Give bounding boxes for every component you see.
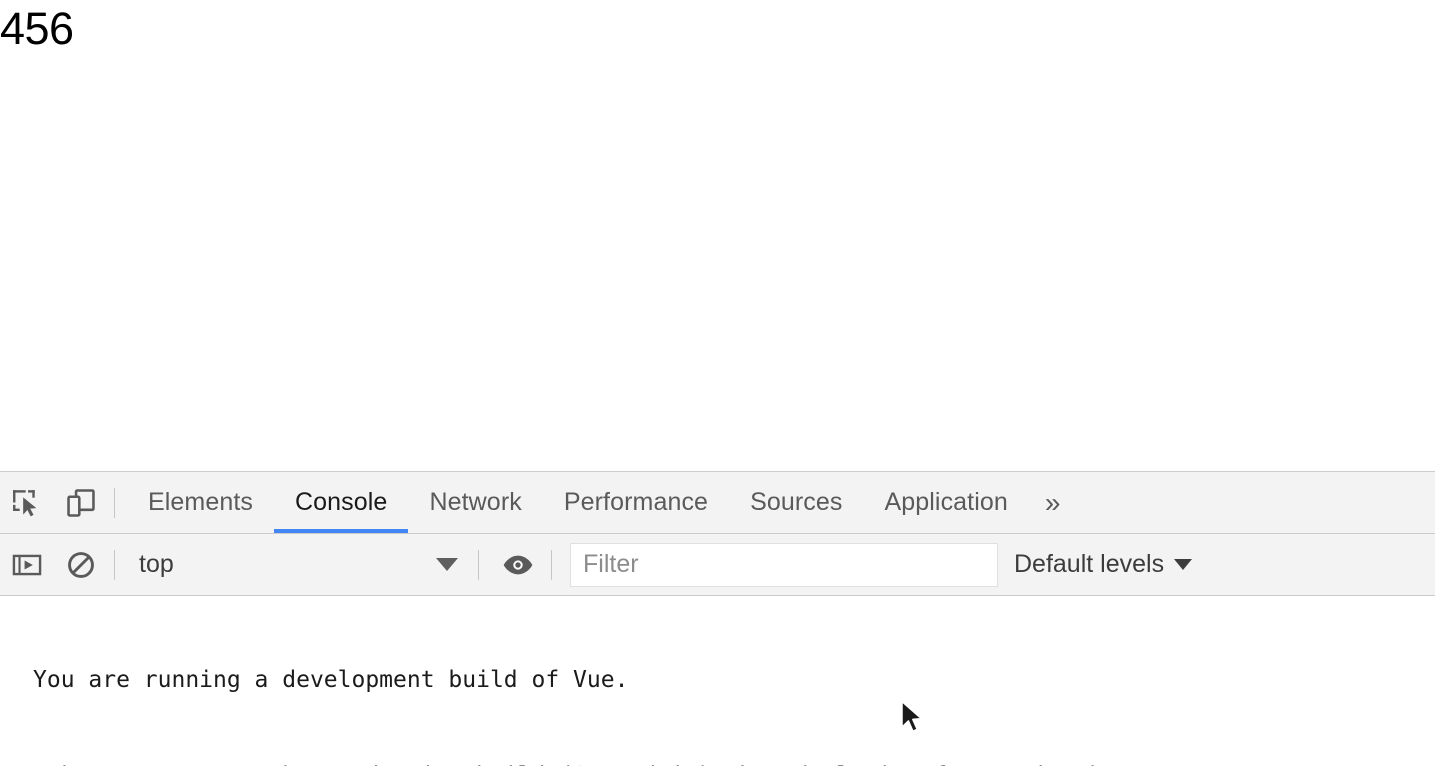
console-toolbar-divider-1 [114,549,115,580]
tab-performance[interactable]: Performance [543,472,729,533]
filter-input-wrapper[interactable] [570,542,998,587]
tab-console-label: Console [295,488,388,516]
tab-sources-label: Sources [750,488,843,516]
devtools-tab-list: Elements Console Network Performance Sou… [127,472,1076,533]
inspect-element-icon[interactable] [0,478,54,528]
execution-context-select[interactable]: top [127,542,472,588]
console-message-list: You are running a development build of V… [0,596,1435,766]
more-tabs-label: » [1044,486,1061,518]
tab-elements[interactable]: Elements [127,472,274,533]
console-toolbar-divider-2 [478,549,479,580]
clear-console-icon[interactable] [54,540,108,590]
tab-application-label: Application [884,488,1008,516]
chevron-down-icon [1174,559,1193,570]
tab-performance-label: Performance [563,488,709,516]
tab-elements-label: Elements [148,488,254,516]
more-tabs-chevron-icon[interactable]: » [1029,472,1077,533]
log-levels-select[interactable]: Default levels [1014,550,1193,579]
console-toolbar-divider-3 [551,549,552,580]
console-toolbar: top Default levels [0,534,1435,596]
page-value-text: 456 [0,3,74,54]
tab-console[interactable]: Console [274,472,409,533]
tab-network-label: Network [429,488,522,516]
tab-network[interactable]: Network [408,472,542,533]
toolbar-divider [114,487,115,518]
devtools-tabstrip: Elements Console Network Performance Sou… [0,472,1435,534]
execution-context-value: top [139,550,174,578]
console-message-info[interactable]: You are running a development build of V… [0,596,1435,766]
tab-application[interactable]: Application [863,472,1028,533]
filter-input[interactable] [571,550,997,579]
devtools-screen: 456 Elements Console Network Performance… [0,0,1435,766]
tab-sources[interactable]: Sources [729,472,863,533]
device-toolbar-icon[interactable] [54,478,108,528]
live-expression-eye-icon[interactable] [491,540,545,590]
page-viewport: 456 [0,0,1435,471]
chevron-down-icon [436,558,458,571]
console-info-lines: You are running a development build of V… [33,600,1141,766]
console-sidebar-toggle-icon[interactable] [0,540,54,590]
devtools-panel: Elements Console Network Performance Sou… [0,471,1435,766]
console-info-line-1: You are running a development build of V… [33,667,629,693]
page-content: 456 [0,3,1435,55]
log-levels-label: Default levels [1014,550,1165,578]
console-info-line-2: Make sure to use the production build (*… [33,760,1141,766]
